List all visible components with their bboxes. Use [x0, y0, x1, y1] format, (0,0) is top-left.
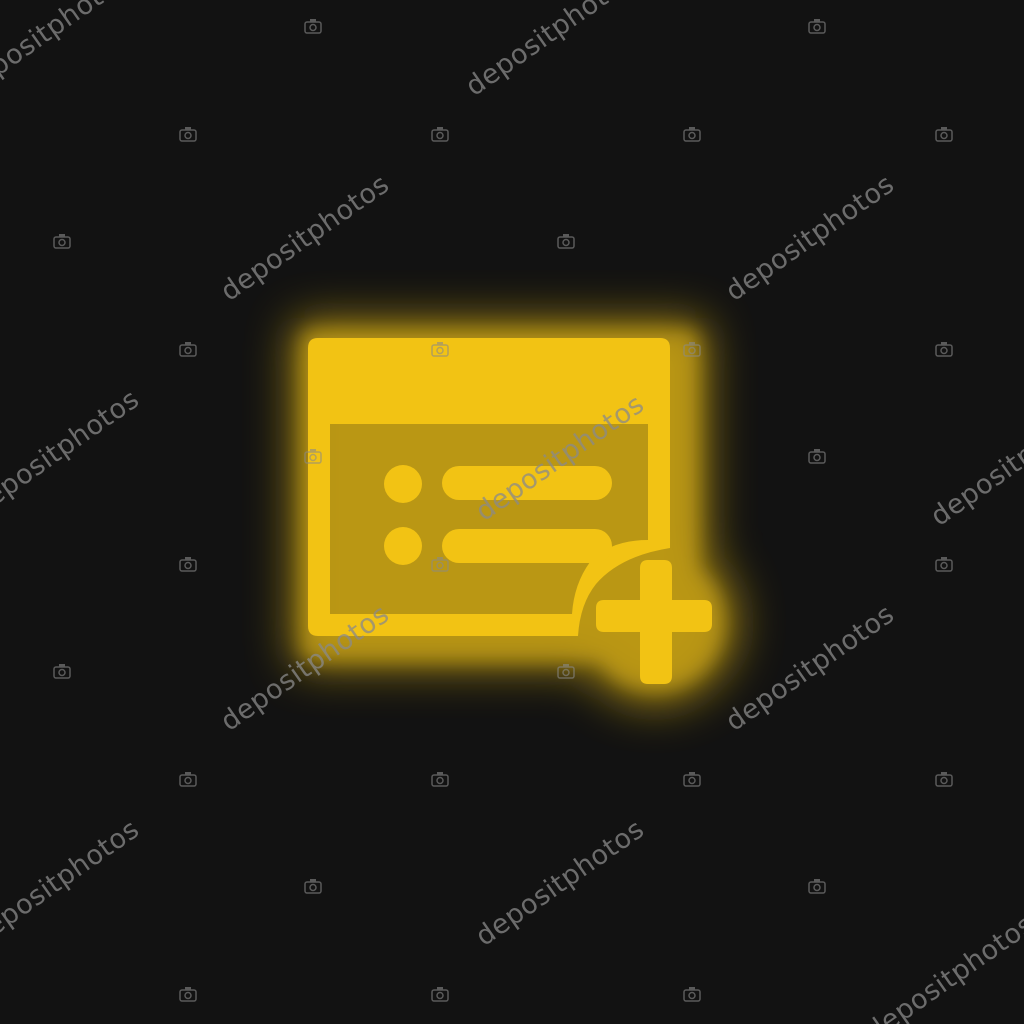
camera-icon [683, 127, 701, 142]
camera-icon [808, 879, 826, 894]
camera-icon [557, 234, 575, 249]
camera-icon [935, 127, 953, 142]
camera-icon [179, 127, 197, 142]
watermark-text: depositphotos [720, 169, 900, 308]
watermark-text: depositphotos [215, 169, 395, 308]
camera-icon [808, 19, 826, 34]
camera-icon [431, 127, 449, 142]
watermark-text: depositphotos [0, 0, 135, 103]
camera-icon [935, 772, 953, 787]
list-line-2-icon [442, 529, 612, 563]
camera-icon [179, 987, 197, 1002]
watermark-text: depositphotos [0, 384, 145, 523]
camera-icon [683, 772, 701, 787]
watermark-text: depositphotos [925, 394, 1024, 533]
camera-icon [179, 557, 197, 572]
camera-icon [53, 664, 71, 679]
watermark-text: depositphotos [460, 0, 640, 103]
list-bullet-2-icon [384, 527, 422, 565]
camera-icon [431, 772, 449, 787]
camera-icon [53, 234, 71, 249]
camera-icon [935, 342, 953, 357]
camera-icon [683, 987, 701, 1002]
camera-icon [935, 557, 953, 572]
watermark-text: depositphotos [720, 599, 900, 738]
watermark-text: depositphotos [860, 909, 1024, 1024]
camera-icon [808, 449, 826, 464]
camera-icon [431, 987, 449, 1002]
list-bullet-1-icon [384, 465, 422, 503]
camera-icon [179, 772, 197, 787]
icon-canvas: depositphotos depositphotos depositphotos d… [0, 0, 1024, 1024]
watermark-text: depositphotos [0, 814, 145, 953]
camera-icon [304, 19, 322, 34]
neon-icon-artwork: depositphotos depositphotosdepositphotos d… [0, 0, 1024, 1024]
watermark-text: depositphotos [470, 814, 650, 953]
camera-icon [179, 342, 197, 357]
camera-icon [304, 879, 322, 894]
